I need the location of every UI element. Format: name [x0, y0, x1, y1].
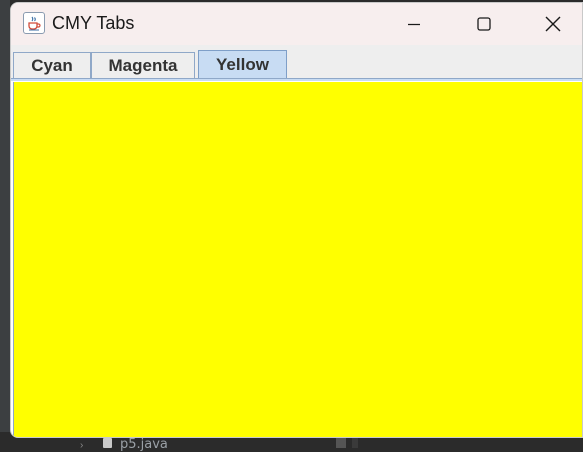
title-bar[interactable]: CMY Tabs — [11, 3, 582, 45]
background-file-label: p5.java — [120, 437, 168, 452]
tab-label: Yellow — [216, 55, 269, 74]
background-ide-sidebar — [0, 0, 10, 448]
tab-content-panel — [13, 82, 582, 437]
tab-cyan[interactable]: Cyan — [13, 52, 91, 78]
tab-content-border — [11, 78, 582, 81]
tree-expand-icon: › — [80, 440, 84, 451]
window-title: CMY Tabs — [52, 13, 135, 33]
app-window: CMY Tabs Cyan Magenta Yellow — [10, 2, 583, 438]
minimize-icon — [408, 23, 420, 26]
tab-label: Cyan — [31, 55, 73, 75]
java-coffee-cup-icon[interactable] — [23, 12, 45, 34]
tab-strip: Cyan Magenta Yellow — [11, 45, 582, 79]
close-button[interactable] — [530, 3, 576, 45]
minimize-button[interactable] — [391, 3, 437, 45]
tab-label: Magenta — [108, 55, 178, 75]
java-file-icon — [103, 438, 112, 448]
tab-yellow[interactable]: Yellow — [198, 50, 287, 79]
maximize-button[interactable] — [461, 3, 507, 45]
close-icon — [545, 16, 561, 32]
tab-magenta[interactable]: Magenta — [91, 52, 195, 78]
maximize-icon — [477, 17, 491, 31]
